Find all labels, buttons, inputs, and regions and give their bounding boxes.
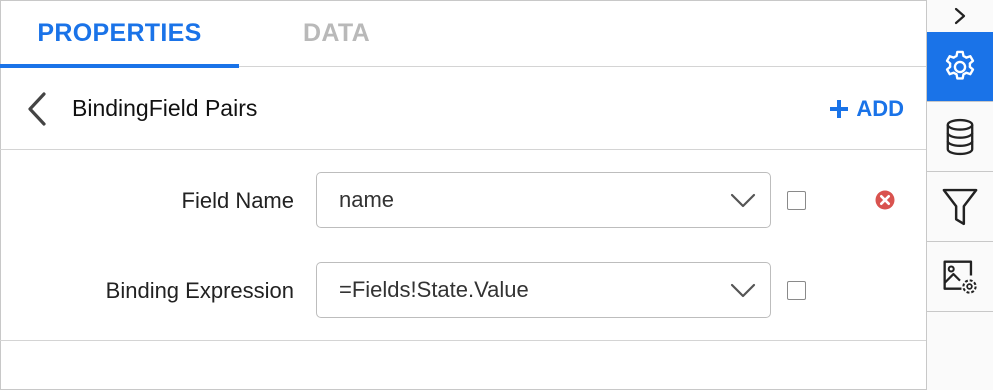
back-button[interactable] [20, 89, 54, 129]
properties-panel: PROPERTIES DATA BindingField Pairs ADD F… [0, 0, 926, 390]
remove-field-button[interactable] [875, 190, 895, 210]
collapse-button[interactable] [927, 0, 993, 32]
close-circle-icon [875, 190, 895, 210]
chevron-right-icon [954, 7, 966, 25]
field-name-label: Field Name [181, 188, 294, 213]
field-name-value: name [339, 187, 395, 212]
field-name-row: Field Name name [0, 171, 926, 231]
binding-expression-checkbox[interactable] [787, 281, 806, 300]
page-title: BindingField Pairs [72, 95, 258, 121]
section-header: BindingField Pairs ADD [0, 67, 926, 150]
sidebar-item-image-settings[interactable] [927, 242, 993, 312]
database-icon [946, 118, 974, 155]
divider [0, 340, 926, 341]
sidebar-item-filter[interactable] [927, 172, 993, 242]
binding-expression-dropdown[interactable]: =Fields!State.Value [316, 262, 771, 318]
gear-icon [945, 50, 975, 80]
sidebar-item-properties[interactable] [927, 32, 993, 102]
tab-data[interactable]: DATA [239, 0, 434, 67]
binding-expression-value: =Fields!State.Value [339, 277, 529, 302]
chevron-left-icon [28, 92, 46, 126]
image-settings-icon [943, 259, 977, 294]
sidebar-item-data[interactable] [927, 102, 993, 172]
chevron-down-icon [730, 193, 756, 208]
binding-expression-label: Binding Expression [105, 278, 294, 303]
field-name-dropdown[interactable]: name [316, 172, 771, 228]
binding-expression-row: Binding Expression =Fields!State.Value [0, 261, 926, 321]
tab-properties[interactable]: PROPERTIES [0, 0, 239, 68]
right-sidebar [926, 0, 993, 390]
add-button[interactable]: ADD [830, 89, 904, 129]
field-name-checkbox[interactable] [787, 191, 806, 210]
add-button-label: ADD [856, 96, 904, 121]
filter-icon [942, 188, 978, 225]
chevron-down-icon [730, 283, 756, 298]
plus-icon [830, 100, 849, 118]
tab-bar: PROPERTIES DATA [0, 0, 926, 68]
